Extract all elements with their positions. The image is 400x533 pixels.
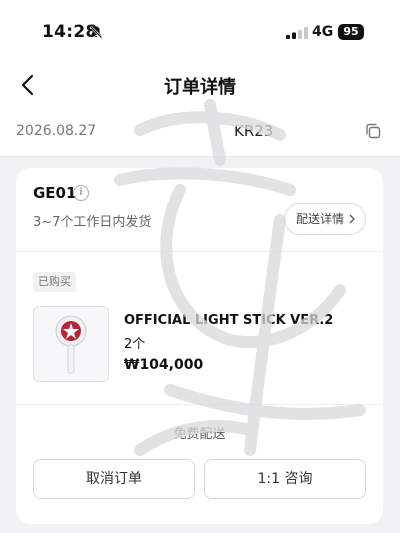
network-type: 4G	[312, 24, 334, 40]
order-number-redaction	[276, 124, 354, 140]
battery-indicator: 95	[338, 24, 364, 40]
seller-name: GE01	[33, 184, 77, 202]
consult-button[interactable]: 1:1 咨询	[204, 459, 366, 499]
product-thumbnail[interactable]	[33, 306, 109, 382]
page-title: 订单详情	[164, 77, 236, 98]
product-name: OFFICIAL LIGHT STICK VER.2	[124, 313, 334, 328]
shipping-detail-button[interactable]: 配送详情	[284, 203, 366, 235]
info-icon[interactable]: i	[73, 185, 89, 201]
nav-bar: 订单详情	[0, 60, 400, 110]
bell-slash-icon	[89, 25, 103, 39]
shipping-fee: 免费配送	[173, 427, 226, 442]
shipping-time: 3~7个工作日内发货	[33, 215, 152, 230]
product-price: ₩104,000	[124, 357, 204, 373]
order-date: 2026.08.27	[16, 123, 97, 139]
purchased-badge: 已购买	[33, 272, 76, 292]
status-bar: 14:28 4G 95	[0, 0, 400, 60]
shipping-detail-label: 配送详情	[296, 212, 345, 226]
divider	[16, 404, 383, 405]
order-meta-row: 2026.08.27 KR23	[0, 110, 400, 157]
divider	[16, 251, 383, 252]
copy-icon[interactable]	[364, 122, 382, 140]
order-card: GE01 i 3~7个工作日内发货 配送详情 已购买 OFFICIAL LIGH…	[16, 168, 383, 524]
light-stick-image	[55, 315, 87, 374]
signal-icon	[286, 27, 308, 39]
cancel-order-button[interactable]: 取消订单	[33, 459, 195, 499]
order-number: KR23	[234, 122, 274, 140]
product-quantity: 2个	[124, 337, 146, 352]
chevron-right-icon	[349, 214, 355, 224]
